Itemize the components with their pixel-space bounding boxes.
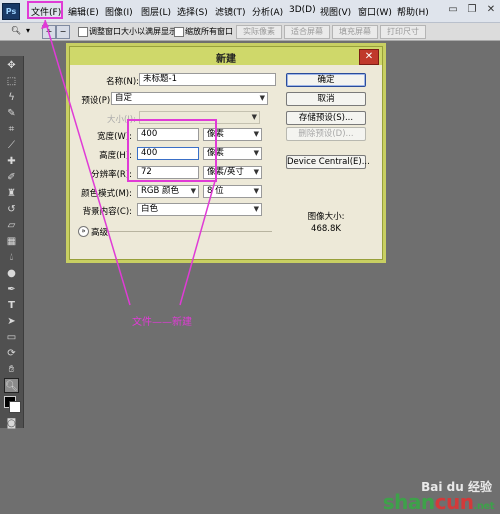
arrow-line-to-fields xyxy=(179,180,216,306)
watermark-brand-part: .net xyxy=(473,501,495,512)
annotation-arrows xyxy=(41,19,216,306)
arrow-line-to-menu xyxy=(44,19,131,306)
watermark-brand-part: cun xyxy=(434,490,474,514)
watermark-brand-part: shan xyxy=(382,490,435,514)
annotation-label: 文件——新建 xyxy=(132,317,192,328)
site-watermark: shancun.net xyxy=(382,490,495,514)
